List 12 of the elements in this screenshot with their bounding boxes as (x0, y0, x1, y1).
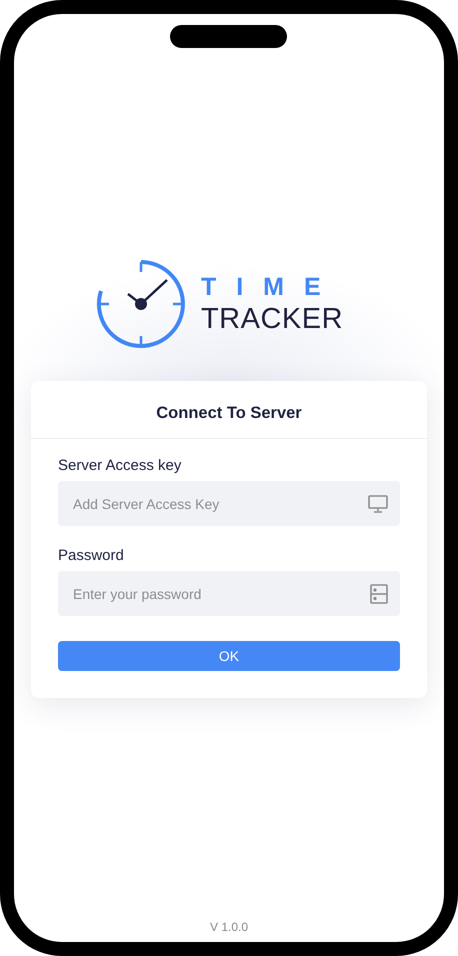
monitor-icon (368, 494, 388, 512)
field-label: Password (58, 547, 125, 564)
server-icon (370, 584, 388, 604)
card-title: Connect To Server (31, 381, 427, 439)
logo-title: TIME (200, 274, 342, 300)
input-field[interactable]: Enter your password (58, 571, 400, 616)
field-label: Server Access key (58, 457, 182, 474)
version-label: V 1.0.0 (210, 920, 248, 934)
ok-button[interactable]: OK (58, 641, 400, 671)
clock-icon (94, 258, 187, 350)
input-field[interactable]: Add Server Access Key (58, 481, 400, 526)
logo-subtitle: TRACKER (200, 304, 344, 334)
